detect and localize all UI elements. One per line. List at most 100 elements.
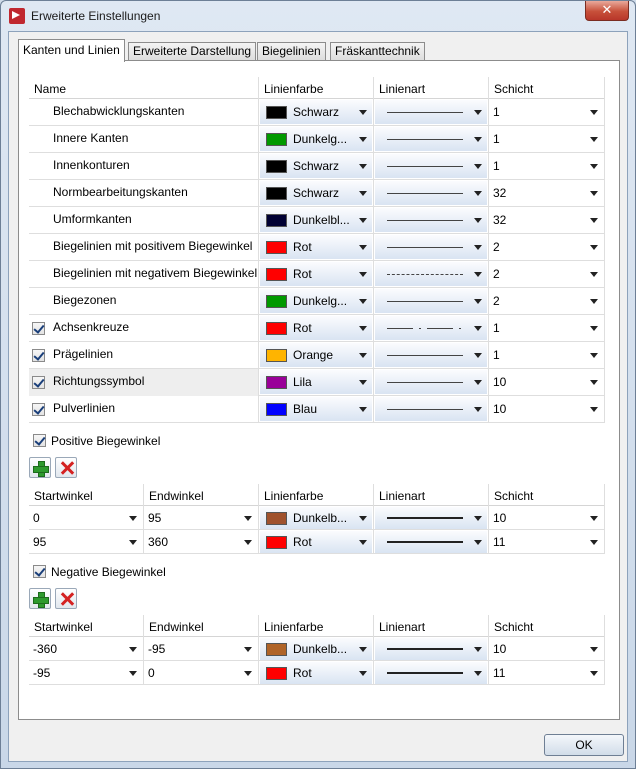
tab-kanten-und-linien[interactable]: Kanten und Linien bbox=[18, 39, 125, 62]
line-type-dropdown[interactable] bbox=[375, 507, 487, 529]
end-angle-dropdown[interactable]: 360 bbox=[145, 531, 257, 553]
close-button[interactable]: ✕ bbox=[585, 1, 629, 21]
layer-dropdown[interactable]: 10 bbox=[490, 397, 603, 421]
chevron-down-icon[interactable] bbox=[359, 218, 367, 223]
chevron-down-icon[interactable] bbox=[474, 272, 482, 277]
line-color-dropdown[interactable]: Dunkelb... bbox=[260, 507, 372, 529]
row-visibility-checkbox[interactable] bbox=[32, 322, 45, 335]
chevron-down-icon[interactable] bbox=[474, 516, 482, 521]
line-color-dropdown[interactable]: Orange bbox=[260, 343, 372, 367]
chevron-down-icon[interactable] bbox=[129, 516, 137, 521]
layer-dropdown[interactable]: 1 bbox=[490, 127, 603, 151]
line-color-dropdown[interactable]: Rot bbox=[260, 316, 372, 340]
line-type-dropdown[interactable] bbox=[375, 181, 487, 205]
chevron-down-icon[interactable] bbox=[590, 540, 598, 545]
ok-button[interactable]: OK bbox=[544, 734, 624, 756]
row-visibility-checkbox[interactable] bbox=[32, 349, 45, 362]
chevron-down-icon[interactable] bbox=[244, 647, 252, 652]
end-angle-dropdown[interactable]: 95 bbox=[145, 507, 257, 529]
chevron-down-icon[interactable] bbox=[244, 671, 252, 676]
chevron-down-icon[interactable] bbox=[590, 516, 598, 521]
line-color-dropdown[interactable]: Dunkelg... bbox=[260, 289, 372, 313]
chevron-down-icon[interactable] bbox=[359, 353, 367, 358]
line-color-dropdown[interactable]: Schwarz bbox=[260, 181, 372, 205]
line-color-dropdown[interactable]: Rot bbox=[260, 662, 372, 684]
chevron-down-icon[interactable] bbox=[474, 540, 482, 545]
chevron-down-icon[interactable] bbox=[359, 671, 367, 676]
line-type-dropdown[interactable] bbox=[375, 262, 487, 286]
positive-biegewinkel-checkbox[interactable] bbox=[33, 434, 46, 447]
chevron-down-icon[interactable] bbox=[590, 245, 598, 250]
chevron-down-icon[interactable] bbox=[590, 380, 598, 385]
line-type-dropdown[interactable] bbox=[375, 208, 487, 232]
line-type-dropdown[interactable] bbox=[375, 316, 487, 340]
chevron-down-icon[interactable] bbox=[359, 647, 367, 652]
chevron-down-icon[interactable] bbox=[590, 353, 598, 358]
layer-dropdown[interactable]: 10 bbox=[490, 638, 603, 660]
chevron-down-icon[interactable] bbox=[244, 540, 252, 545]
chevron-down-icon[interactable] bbox=[359, 407, 367, 412]
tab-erweiterte-darstellung[interactable]: Erweiterte Darstellung bbox=[128, 42, 257, 61]
layer-dropdown[interactable]: 1 bbox=[490, 100, 603, 124]
tab-fraeskanttechnik[interactable]: Fräskanttechnik bbox=[330, 42, 425, 61]
line-type-dropdown[interactable] bbox=[375, 638, 487, 660]
layer-dropdown[interactable]: 2 bbox=[490, 289, 603, 313]
chevron-down-icon[interactable] bbox=[359, 326, 367, 331]
chevron-down-icon[interactable] bbox=[129, 647, 137, 652]
line-color-dropdown[interactable]: Rot bbox=[260, 262, 372, 286]
chevron-down-icon[interactable] bbox=[359, 110, 367, 115]
line-type-dropdown[interactable] bbox=[375, 100, 487, 124]
chevron-down-icon[interactable] bbox=[359, 272, 367, 277]
tab-biegelinien[interactable]: Biegelinien bbox=[257, 42, 326, 61]
layer-dropdown[interactable]: 1 bbox=[490, 154, 603, 178]
start-angle-dropdown[interactable]: -95 bbox=[30, 662, 142, 684]
chevron-down-icon[interactable] bbox=[590, 647, 598, 652]
chevron-down-icon[interactable] bbox=[590, 299, 598, 304]
chevron-down-icon[interactable] bbox=[359, 380, 367, 385]
line-color-dropdown[interactable]: Lila bbox=[260, 370, 372, 394]
chevron-down-icon[interactable] bbox=[590, 326, 598, 331]
chevron-down-icon[interactable] bbox=[474, 326, 482, 331]
end-angle-dropdown[interactable]: -95 bbox=[145, 638, 257, 660]
line-type-dropdown[interactable] bbox=[375, 235, 487, 259]
chevron-down-icon[interactable] bbox=[474, 671, 482, 676]
row-visibility-checkbox[interactable] bbox=[32, 403, 45, 416]
layer-dropdown[interactable]: 32 bbox=[490, 181, 603, 205]
chevron-down-icon[interactable] bbox=[590, 164, 598, 169]
line-type-dropdown[interactable] bbox=[375, 154, 487, 178]
chevron-down-icon[interactable] bbox=[590, 407, 598, 412]
negative-biegewinkel-checkbox[interactable] bbox=[33, 565, 46, 578]
chevron-down-icon[interactable] bbox=[474, 191, 482, 196]
layer-dropdown[interactable]: 10 bbox=[490, 370, 603, 394]
delete-positive-row-button[interactable] bbox=[55, 457, 77, 478]
chevron-down-icon[interactable] bbox=[474, 218, 482, 223]
line-color-dropdown[interactable]: Rot bbox=[260, 531, 372, 553]
add-negative-row-button[interactable] bbox=[29, 588, 51, 609]
layer-dropdown[interactable]: 1 bbox=[490, 316, 603, 340]
layer-dropdown[interactable]: 11 bbox=[490, 531, 603, 553]
chevron-down-icon[interactable] bbox=[129, 540, 137, 545]
start-angle-dropdown[interactable]: 0 bbox=[30, 507, 142, 529]
line-color-dropdown[interactable]: Schwarz bbox=[260, 100, 372, 124]
layer-dropdown[interactable]: 2 bbox=[490, 262, 603, 286]
line-type-dropdown[interactable] bbox=[375, 662, 487, 684]
line-type-dropdown[interactable] bbox=[375, 370, 487, 394]
chevron-down-icon[interactable] bbox=[474, 164, 482, 169]
row-visibility-checkbox[interactable] bbox=[32, 376, 45, 389]
chevron-down-icon[interactable] bbox=[590, 272, 598, 277]
line-type-dropdown[interactable] bbox=[375, 343, 487, 367]
start-angle-dropdown[interactable]: -360 bbox=[30, 638, 142, 660]
chevron-down-icon[interactable] bbox=[359, 137, 367, 142]
start-angle-dropdown[interactable]: 95 bbox=[30, 531, 142, 553]
chevron-down-icon[interactable] bbox=[590, 191, 598, 196]
layer-dropdown[interactable]: 1 bbox=[490, 343, 603, 367]
line-type-dropdown[interactable] bbox=[375, 397, 487, 421]
chevron-down-icon[interactable] bbox=[359, 245, 367, 250]
chevron-down-icon[interactable] bbox=[590, 137, 598, 142]
line-color-dropdown[interactable]: Dunkelb... bbox=[260, 638, 372, 660]
add-positive-row-button[interactable] bbox=[29, 457, 51, 478]
chevron-down-icon[interactable] bbox=[359, 540, 367, 545]
chevron-down-icon[interactable] bbox=[474, 245, 482, 250]
line-type-dropdown[interactable] bbox=[375, 127, 487, 151]
layer-dropdown[interactable]: 2 bbox=[490, 235, 603, 259]
